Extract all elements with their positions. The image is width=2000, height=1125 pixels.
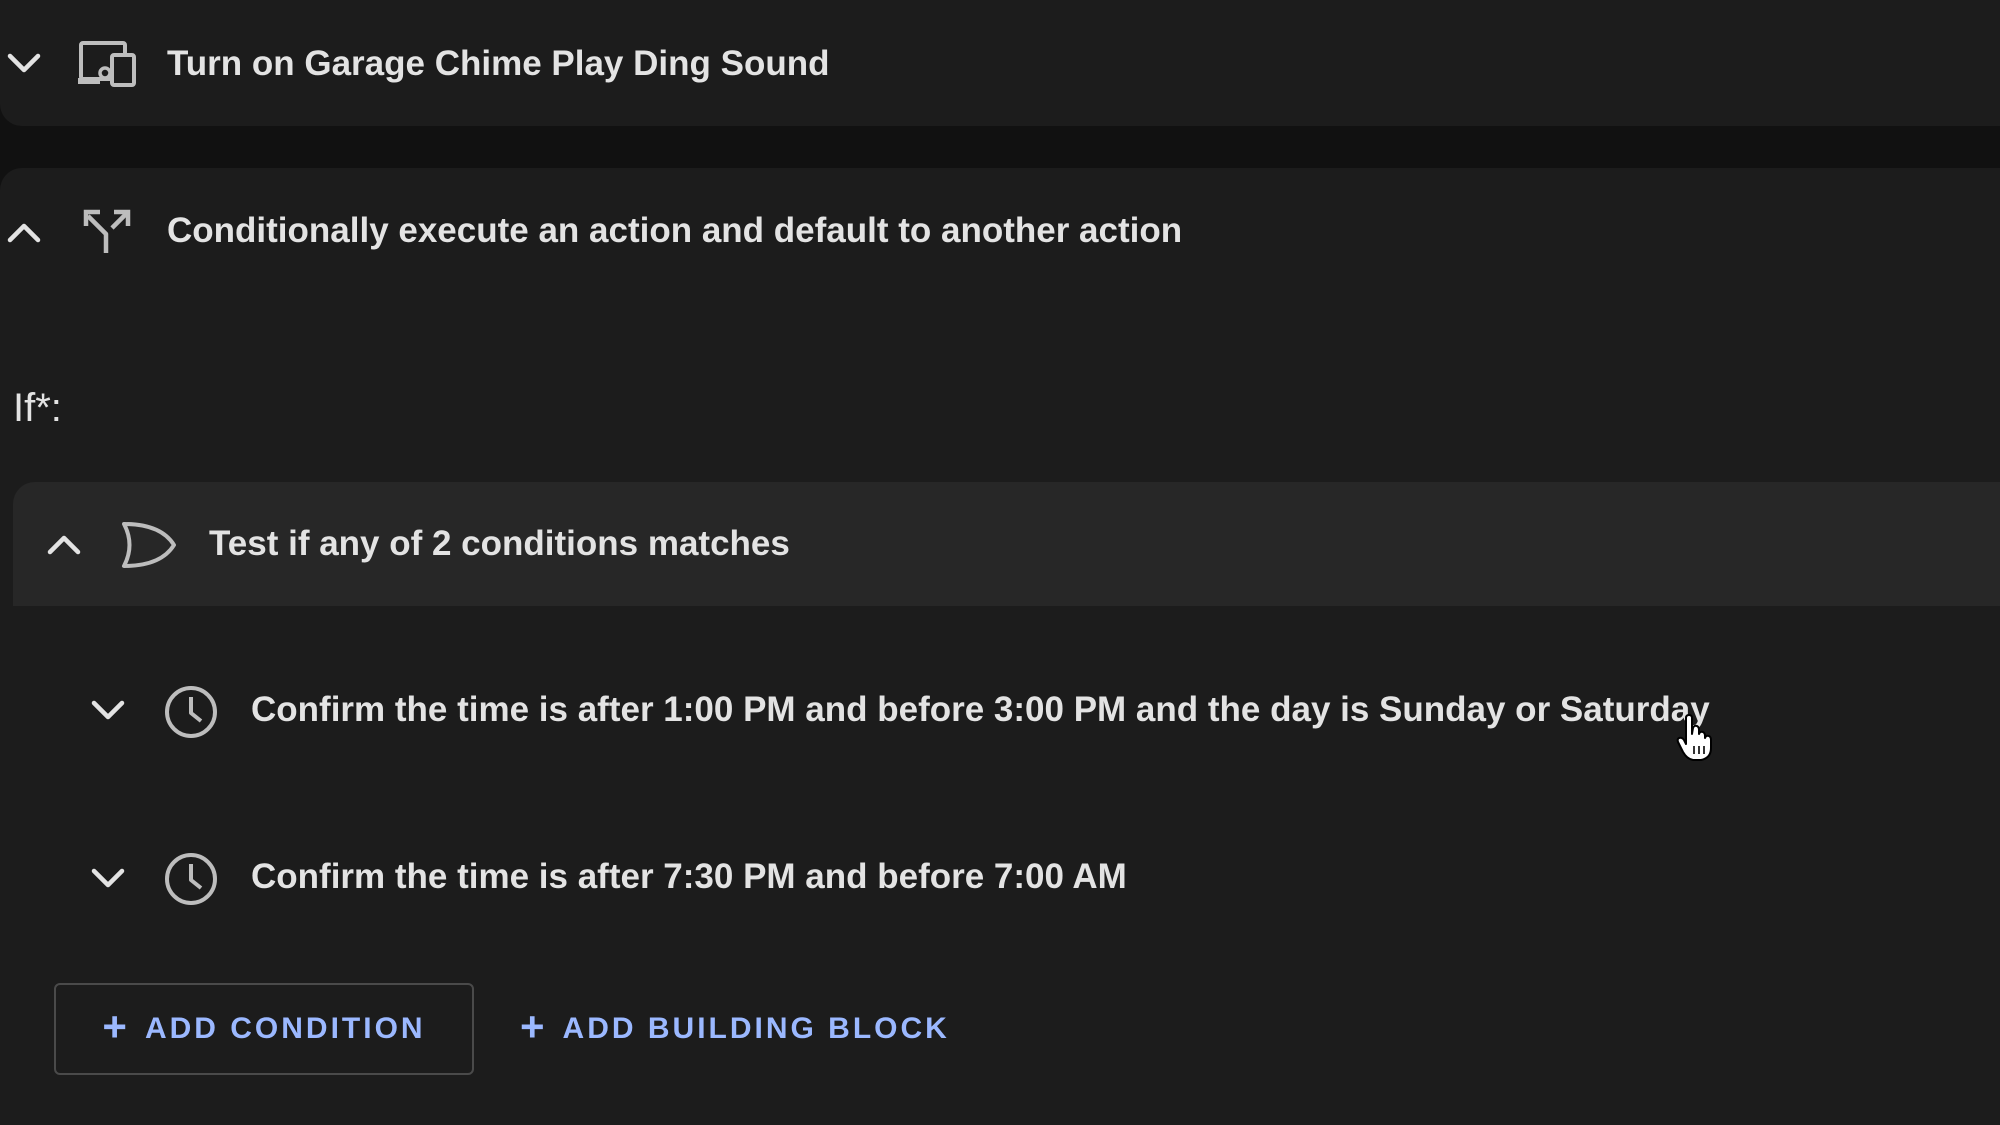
hand-pointer-cursor-icon xyxy=(1676,714,1714,762)
chevron-up-icon[interactable] xyxy=(6,218,42,246)
plus-icon: + xyxy=(520,1003,545,1050)
choose-action-title[interactable]: Conditionally execute an action and defa… xyxy=(167,213,1182,248)
clock-icon xyxy=(163,684,219,740)
call-split-icon xyxy=(82,206,132,256)
plus-icon: + xyxy=(102,1003,127,1050)
add-condition-button[interactable]: + ADD CONDITION xyxy=(54,983,474,1075)
chevron-up-icon[interactable] xyxy=(46,530,82,558)
condition-2-text[interactable]: Confirm the time is after 7:30 PM and be… xyxy=(251,859,1127,894)
chevron-down-icon[interactable] xyxy=(90,697,126,725)
device-action-title[interactable]: Turn on Garage Chime Play Ding Sound xyxy=(167,46,829,81)
chevron-down-icon[interactable] xyxy=(6,50,42,78)
or-condition-title: Test if any of 2 conditions matches xyxy=(209,524,790,563)
choose-action-card xyxy=(0,168,2000,1125)
add-condition-label: ADD CONDITION xyxy=(144,1012,426,1045)
condition-1-text[interactable]: Confirm the time is after 1:00 PM and be… xyxy=(251,692,1710,727)
gate-or-icon xyxy=(121,520,177,570)
chevron-down-icon[interactable] xyxy=(90,865,126,893)
remote-devices-icon xyxy=(78,40,138,88)
add-building-block-button[interactable]: + ADD BUILDING BLOCK xyxy=(520,983,950,1075)
if-label: If*: xyxy=(13,386,62,430)
clock-icon xyxy=(163,851,219,907)
add-building-block-label: ADD BUILDING BLOCK xyxy=(562,1012,950,1045)
